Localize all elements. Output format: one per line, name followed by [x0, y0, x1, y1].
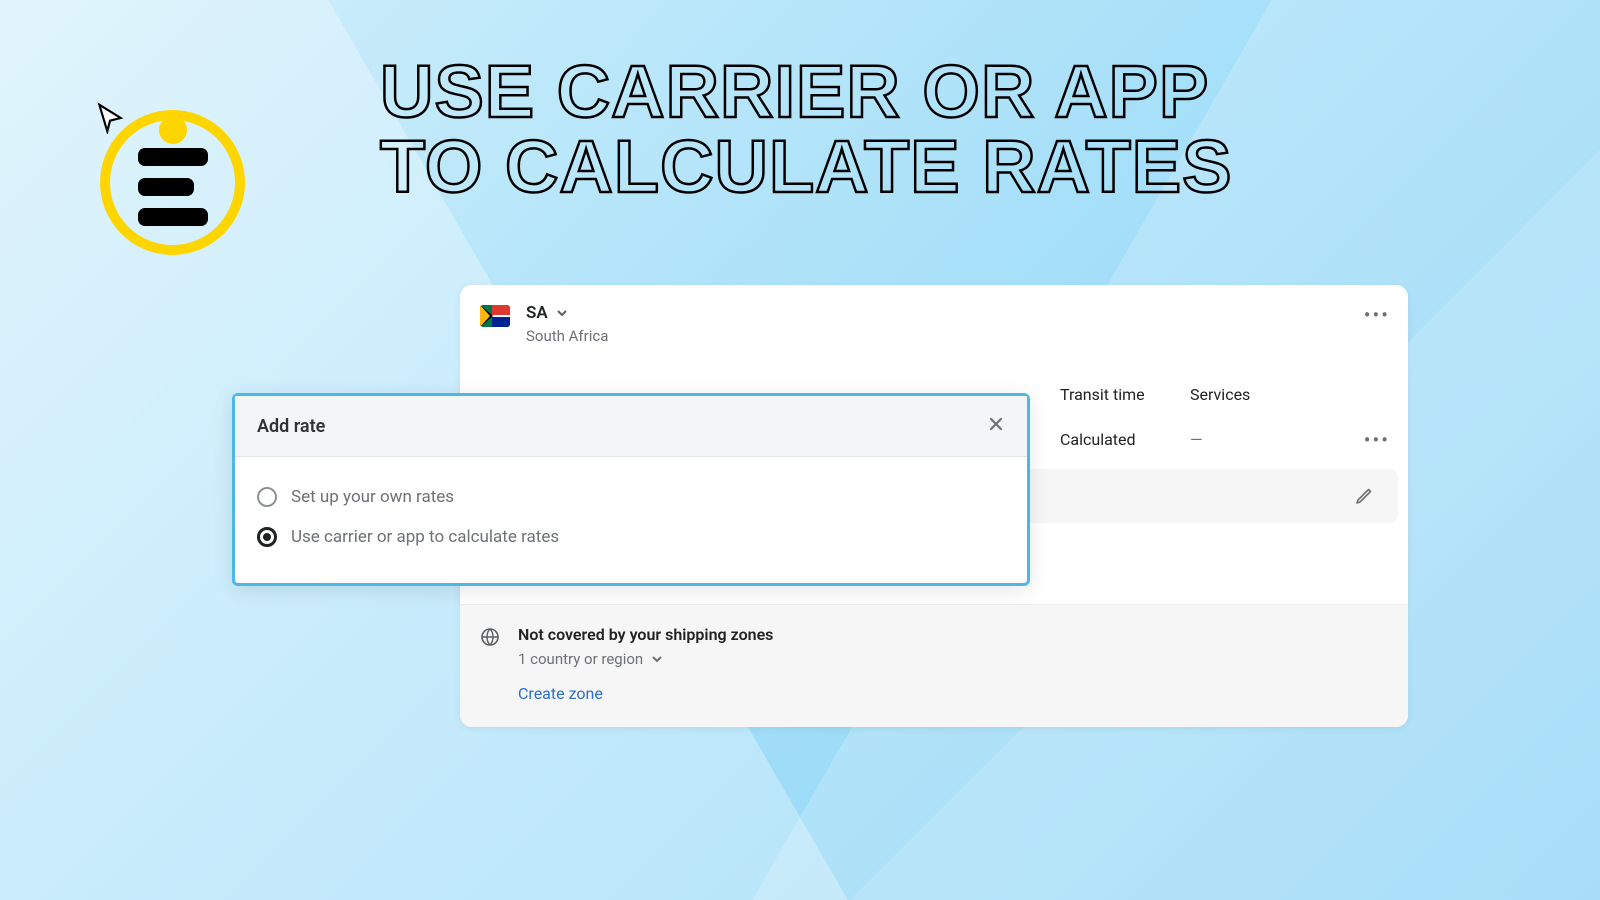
zone-name-toggle[interactable]: SA	[526, 303, 608, 323]
zone-more-button[interactable]: •••	[1364, 303, 1390, 327]
not-covered-section: Not covered by your shipping zones 1 cou…	[460, 604, 1408, 727]
brand-logo	[100, 110, 245, 255]
modal-title: Add rate	[257, 416, 325, 437]
radio-selected-icon	[257, 527, 277, 547]
col-transit-time: Transit time	[1060, 385, 1190, 404]
rate-row-more-button[interactable]: •••	[1364, 428, 1390, 452]
modal-header: Add rate	[235, 396, 1027, 457]
flag-south-africa-icon	[480, 305, 510, 327]
hero-line-1: USE CARRIER OR APP	[380, 54, 1233, 129]
zone-header: SA South Africa •••	[460, 285, 1408, 375]
create-zone-link[interactable]: Create zone	[518, 684, 1388, 703]
radio-carrier-app-label: Use carrier or app to calculate rates	[291, 527, 559, 547]
pencil-icon[interactable]	[1354, 486, 1374, 506]
hero-title: USE CARRIER OR APP TO CALCULATE RATES	[380, 54, 1233, 205]
not-covered-title: Not covered by your shipping zones	[518, 625, 773, 644]
radio-carrier-app[interactable]: Use carrier or app to calculate rates	[257, 517, 1005, 557]
chevron-down-icon	[651, 653, 663, 665]
modal-body: Set up your own rates Use carrier or app…	[235, 457, 1027, 583]
zone-code: SA	[526, 303, 548, 323]
cursor-icon	[94, 102, 126, 134]
rate-transit-value: Calculated	[1060, 430, 1190, 449]
chevron-down-icon	[556, 307, 568, 319]
col-services: Services	[1190, 385, 1310, 404]
radio-own-rates[interactable]: Set up your own rates	[257, 477, 1005, 517]
zone-country: South Africa	[526, 327, 608, 345]
globe-icon	[480, 627, 500, 647]
modal-close-button[interactable]	[987, 414, 1005, 438]
hero-line-2: TO CALCULATE RATES	[380, 129, 1233, 204]
not-covered-expand[interactable]: 1 country or region	[518, 650, 773, 668]
radio-own-rates-label: Set up your own rates	[291, 487, 454, 507]
close-icon	[987, 415, 1005, 433]
not-covered-sub: 1 country or region	[518, 650, 643, 668]
radio-icon	[257, 487, 277, 507]
rate-services-value: —	[1190, 430, 1310, 449]
add-rate-modal: Add rate Set up your own rates Use carri…	[232, 393, 1030, 586]
